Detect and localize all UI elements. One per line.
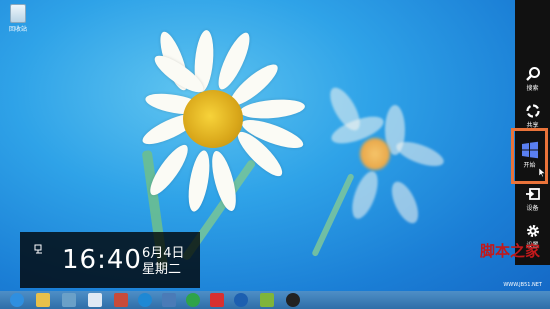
photo-viewer-icon[interactable] <box>62 293 76 307</box>
360-icon[interactable] <box>186 293 200 307</box>
sogou-icon[interactable] <box>138 293 152 307</box>
flag-icon[interactable] <box>260 293 274 307</box>
qq-penguin-icon[interactable] <box>286 293 300 307</box>
watermark: 脚本之家 WWW.JB51.NET <box>452 240 544 292</box>
taskbar <box>0 291 550 309</box>
search-icon <box>525 67 540 81</box>
recycle-bin-icon <box>10 4 26 23</box>
charm-devices[interactable]: 设备 <box>515 186 550 212</box>
charm-devices-label: 设备 <box>526 205 539 212</box>
network-icon <box>34 244 42 254</box>
charms-bar: 搜索 共享 开始 设备 设置 <box>511 0 550 265</box>
media-player-icon[interactable] <box>234 293 248 307</box>
recycle-bin-label: 回收站 <box>8 26 27 33</box>
charm-search-label: 搜索 <box>526 85 539 92</box>
share-icon <box>525 104 540 118</box>
charm-share[interactable]: 共享 <box>515 103 550 129</box>
file-explorer-icon[interactable] <box>36 293 50 307</box>
mouse-cursor-icon <box>539 168 545 177</box>
clock-weekday: 星期二 <box>142 262 182 277</box>
qq-browser-icon[interactable] <box>88 293 102 307</box>
gear-icon <box>526 225 539 237</box>
internet-explorer-icon[interactable] <box>10 293 24 307</box>
charm-search[interactable]: 搜索 <box>515 66 550 92</box>
screenshot-icon[interactable] <box>162 293 176 307</box>
clock-overlay: 16:40 6月4日 星期二 <box>20 232 200 288</box>
devices-icon <box>525 188 540 200</box>
recycle-bin[interactable]: 回收站 <box>8 4 28 33</box>
windows-start-icon <box>521 141 538 159</box>
clock-date-block: 6月4日 星期二 <box>142 246 185 278</box>
app-icon[interactable] <box>114 293 128 307</box>
clock-date: 6月4日 <box>142 246 185 261</box>
red-app-icon[interactable] <box>210 293 224 307</box>
watermark-url: WWW.JB51.NET <box>503 282 542 288</box>
watermark-title: 脚本之家 <box>479 242 540 260</box>
clock-time: 16:40 <box>62 245 142 275</box>
